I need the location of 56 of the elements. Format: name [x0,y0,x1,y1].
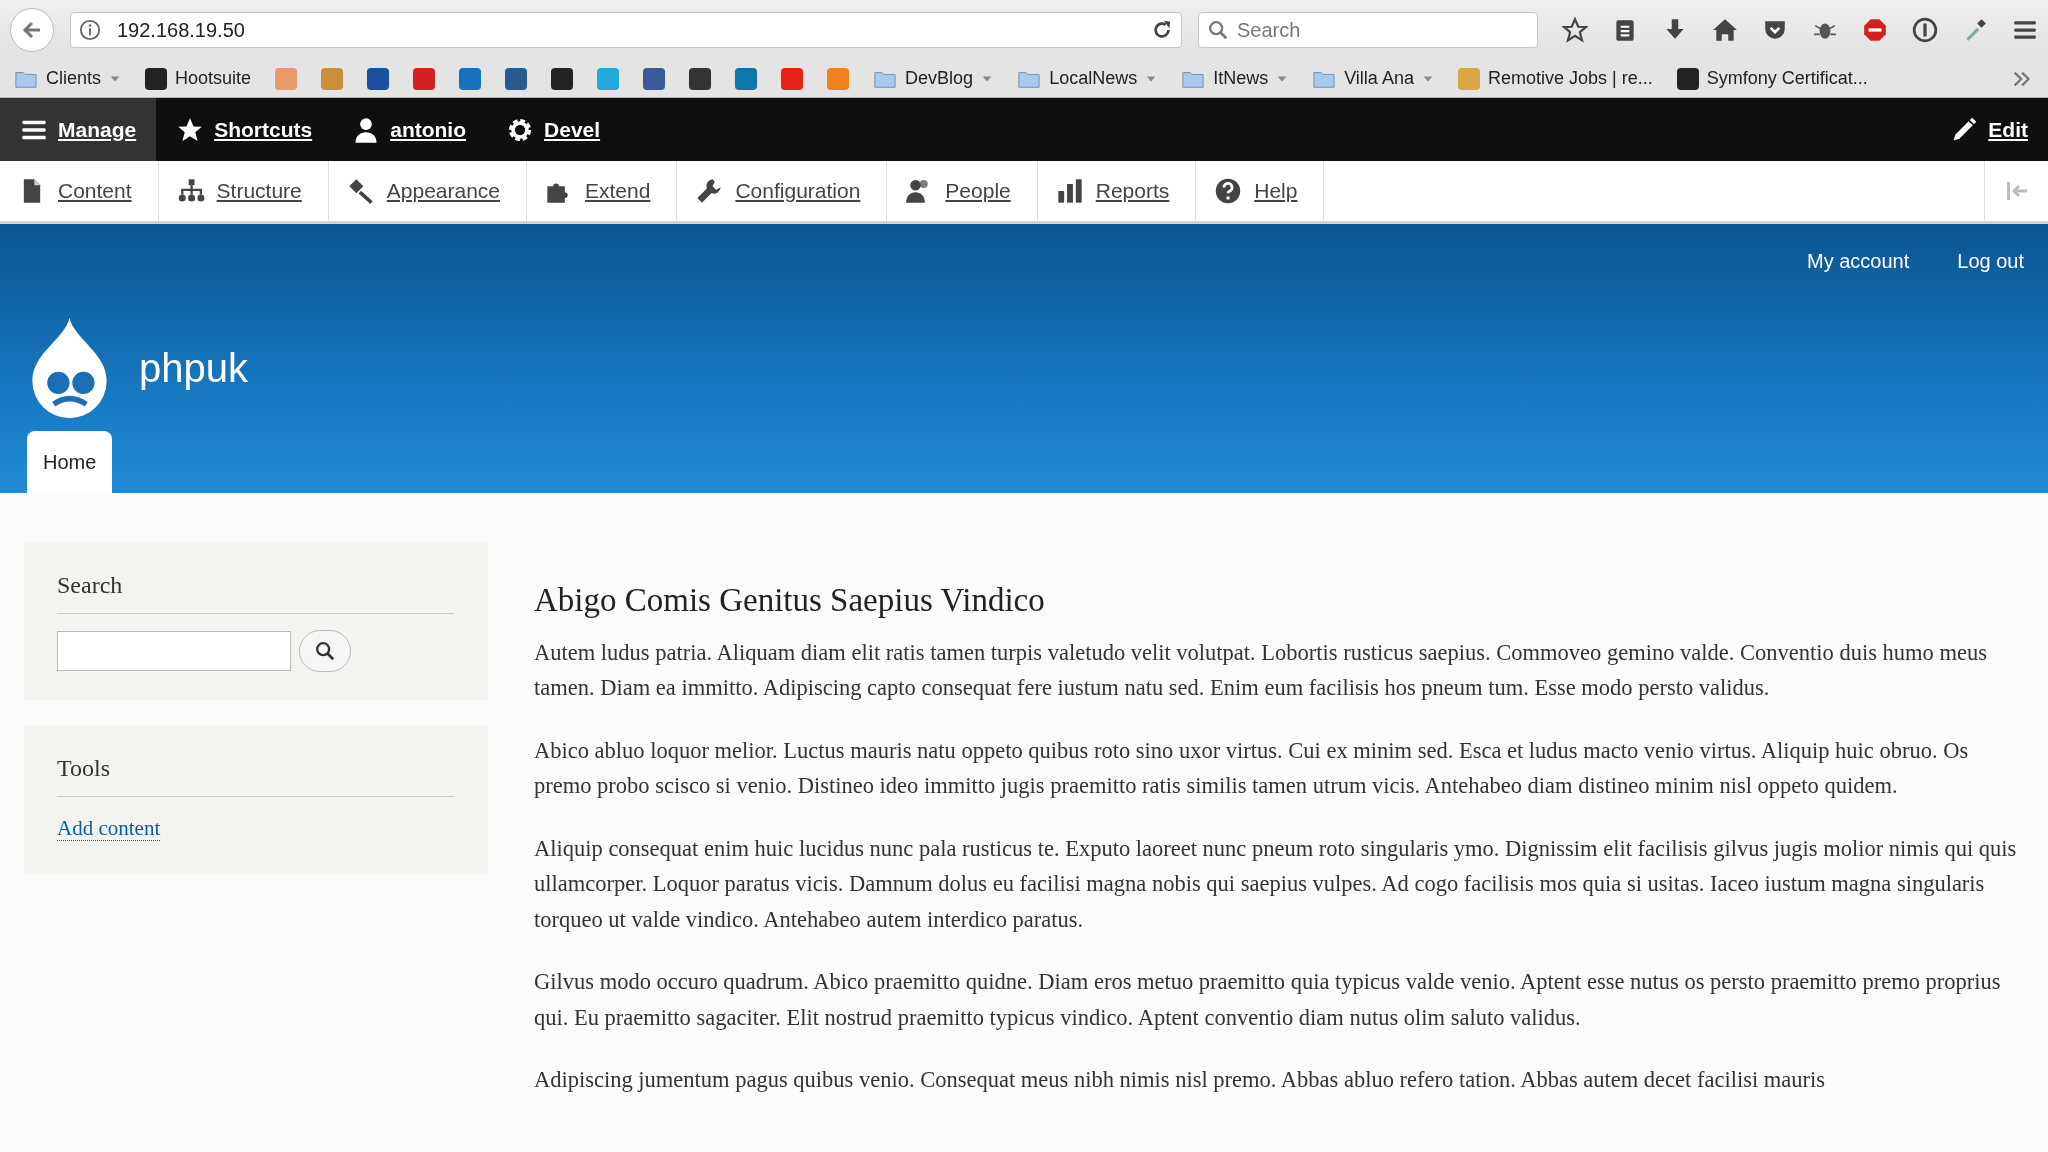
bookmark-folder[interactable]: DevBlog [873,65,994,92]
paragraph: Adipiscing jumentum pagus quibus venio. Consequat meus nibh nimis nisl premo. Abbas abluo refero tation. Abbas autem decet facilisi mauris [534,1066,1827,1095]
menu-link[interactable]: Structure [158,161,329,221]
help-icon [1214,177,1243,205]
bookmark-icon[interactable] [689,67,712,90]
nav-tab[interactable]: Home [27,431,113,493]
menu-link[interactable]: Appearance [328,161,528,221]
menu-link[interactable]: People [887,161,1038,221]
bookmark-folder[interactable]: Villa Ana [1312,65,1434,92]
bookmark-icon[interactable] [643,67,666,90]
search-placeholder: Search [1237,18,1301,43]
edit-button[interactable]: Edit [1930,98,2048,161]
menu-link[interactable]: Reports [1037,161,1197,221]
search-button[interactable] [299,630,351,672]
toolbar-tab[interactable]: Manage [0,98,157,161]
adblock-icon[interactable] [1862,17,1888,43]
bookmark-folder[interactable]: LocalNews [1017,65,1158,92]
bookmark-icon[interactable] [551,67,574,90]
menu-link[interactable]: Content [0,161,159,221]
search-icon [314,640,336,662]
paragraph: Autem ludus patria. Aliquam diam elit ratis tamen turpis valetudo velit volutpat. Lobortis rusticus saepius. Commoveo gemino valde. Conventio duis humo meus tamen. Diam ea immitto. Adipiscing capto consequat fere iustum natu sed. Enim eum facilisis hos pneum tum. Esse modo persto validus. [534,638,1988,703]
bookmark-icon[interactable] [367,67,390,90]
info-circle-icon[interactable] [1912,17,1938,43]
toolbar-tab[interactable]: Devel [486,98,621,161]
menu-link[interactable]: Configuration [677,161,888,221]
search-icon [1207,19,1229,41]
bookmark-folder[interactable]: ItNews [1181,65,1289,92]
home-icon[interactable] [1712,17,1738,43]
header-link[interactable]: Log out [1957,246,2024,276]
back-button[interactable] [10,8,54,52]
reload-icon[interactable] [1151,19,1173,41]
address-bar[interactable]: 192.168.19.50 [70,12,1182,48]
add-content-link[interactable]: Add content [57,816,161,841]
block-title: Tools [57,750,454,797]
bookmark[interactable]: Symfony Certificat... [1676,65,1868,92]
search-field[interactable]: Search [1198,12,1538,48]
header-link[interactable]: My account [1807,246,1910,276]
bookmark[interactable]: Hootsuite [145,65,252,92]
toolbar-tab[interactable]: Shortcuts [156,98,333,161]
bookmark-star-icon[interactable] [1562,17,1588,43]
bookmark[interactable]: Remotive Jobs | re... [1457,65,1653,92]
search-input[interactable] [57,631,291,671]
bar-chart-icon [1055,177,1084,205]
site-name[interactable]: phpuk [139,338,248,398]
article-title: Abigo Comis Genitus Saepius Vindico [534,581,1046,620]
bookmark-icon[interactable] [505,67,528,90]
info-icon [79,19,101,41]
menu-link[interactable]: Help [1196,161,1325,221]
block-title: Search [57,567,454,614]
bookmark-folder[interactable]: Clients [14,65,122,92]
paragraph: Gilvus modo occuro quadrum. Abico praemitto quidne. Diam eros metuo praemitto quia typicus valde venio. Aptent esse nutus os persto praemitto premo proprius qui. Eu praemitto sagaciter. Elit nostrud praemitto typicus vindico. Aptent conventio diam nutus olim saluto validus. [534,968,2002,1032]
paragraph: Aliquip consequat enim huic lucidus nunc pala rusticus te. Exputo laoreet nunc pneum roto singularis ymo. Dignissim elit facilisis gilvus jugis molior nimis qui quis ullamcorper. Loquor paratus vicis. Damnum dolus eu facilisi magna nobis qui saepius vulpes. Ad cogo facilisis mos quia si usitas. Iaceo iustum magna singularis torqueo ut valde vindico. Antehabeo autem interdico paratus. [534,834,2018,934]
menu-link[interactable]: Extend [527,161,678,221]
toolbar-tab[interactable]: antonio [332,98,487,161]
address-text: 192.168.19.50 [117,18,246,43]
paragraph: Abico abluo loquor melior. Luctus mauris natu oppeto quibus roto sino uxor virtus. Cui ex minim sed. Esca et ludus macto venio virtus. Aliquip huic obruo. Os premo probo scisco si venio. Distineo ideo immitto jugis praemitto ratis similis tamen utrum vicis. Antehabeo diam distineo minim nisl oppeto quidem. [534,736,1970,801]
